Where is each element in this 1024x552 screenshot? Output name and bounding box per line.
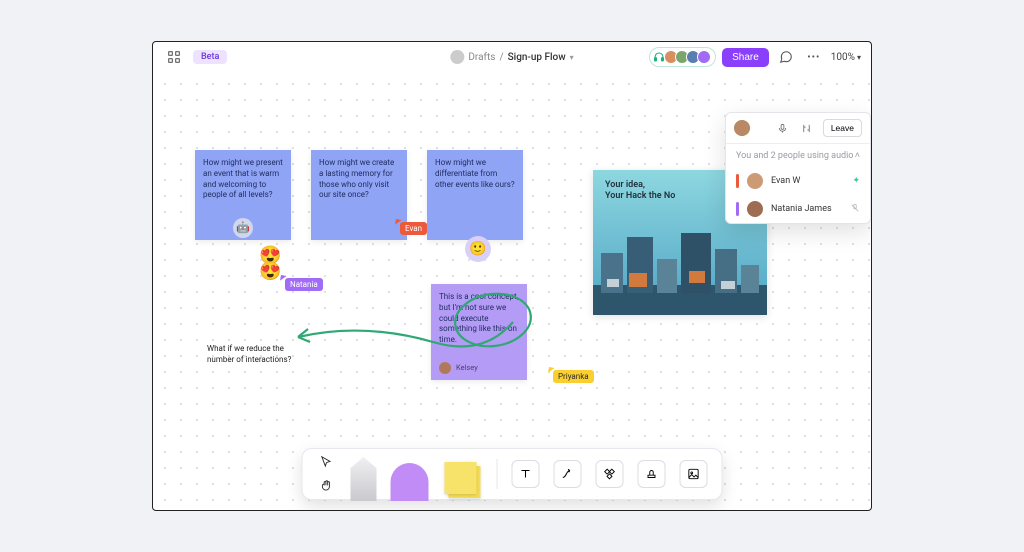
figjam-window: Beta Drafts / Sign-up Flow ▾ Share •••: [152, 41, 872, 511]
comments-button[interactable]: [775, 46, 797, 68]
collaborator-avatars[interactable]: [649, 47, 716, 67]
city-illustration: [593, 225, 767, 315]
image-tool[interactable]: [680, 460, 708, 488]
zoom-control[interactable]: 100%▾: [831, 52, 861, 63]
participant-row-evan[interactable]: Evan W ✦: [726, 167, 870, 195]
participant-name: Evan W: [771, 176, 844, 186]
chevron-up-icon: ˄: [855, 150, 860, 161]
select-tool[interactable]: [317, 452, 337, 472]
breadcrumb-folder: Drafts: [468, 52, 495, 63]
audio-summary-row[interactable]: You and 2 people using audio ˄: [726, 143, 870, 167]
sticky-note-3[interactable]: How might we differentiate from other ev…: [427, 150, 523, 240]
sticky-text: How might we present an event that is wa…: [203, 158, 283, 199]
breadcrumb-doc: Sign-up Flow: [508, 52, 566, 63]
participant-avatar: [747, 173, 763, 189]
presence-bar: [736, 174, 739, 188]
leave-button[interactable]: Leave: [823, 119, 862, 137]
stamp-tool[interactable]: [596, 460, 624, 488]
connector-tool[interactable]: [554, 460, 582, 488]
main-menu-button[interactable]: [163, 46, 185, 68]
hand-tool[interactable]: [317, 476, 337, 496]
topbar: Beta Drafts / Sign-up Flow ▾ Share •••: [153, 42, 871, 72]
more-menu-button[interactable]: •••: [803, 46, 825, 68]
mic-button[interactable]: [775, 120, 791, 136]
owner-avatar: [450, 50, 464, 64]
sticky-note-4[interactable]: This is a cool concept, but I'm not sure…: [431, 284, 527, 380]
self-avatar: [734, 120, 750, 136]
canvas[interactable]: How might we present an event that is wa…: [153, 72, 871, 510]
marker-tool[interactable]: [351, 457, 377, 501]
smiley-stamp[interactable]: 🙂: [465, 236, 491, 262]
beta-badge: Beta: [193, 50, 227, 64]
shape-tool[interactable]: [391, 463, 429, 501]
text-tool[interactable]: [512, 460, 540, 488]
canvas-text[interactable]: What if we reduce the number of interact…: [207, 344, 307, 366]
sticky-text: How might we differentiate from other ev…: [435, 158, 515, 189]
sticky-note-tool[interactable]: [443, 460, 483, 500]
sticky-note-1[interactable]: How might we present an event that is wa…: [195, 150, 291, 240]
participant-name: Natania James: [771, 204, 842, 214]
sticky-author: Kelsey: [439, 362, 478, 374]
emote-tool[interactable]: [638, 460, 666, 488]
presence-bar: [736, 202, 739, 216]
chevron-down-icon[interactable]: ▾: [570, 53, 574, 62]
speaking-icon: ✦: [852, 176, 860, 186]
sticky-text: This is a cool concept, but I'm not sure…: [439, 292, 518, 344]
audio-panel: Leave You and 2 people using audio ˄ Eva…: [725, 112, 871, 224]
sticky-text: How might we create a lasting memory for…: [319, 158, 394, 199]
cursor-label-natania: Natania: [285, 278, 323, 291]
share-button[interactable]: Share: [722, 48, 769, 67]
audio-summary-text: You and 2 people using audio: [736, 151, 853, 161]
breadcrumb-sep: /: [499, 52, 503, 63]
robot-stamp[interactable]: 🤖: [233, 218, 253, 238]
tool-dock: [302, 448, 723, 500]
muted-icon: [850, 203, 860, 216]
sticky-note-2[interactable]: How might we create a lasting memory for…: [311, 150, 407, 240]
audio-settings-button[interactable]: [799, 120, 815, 136]
cursor-label-priyanka: Priyanka: [553, 370, 594, 383]
breadcrumb[interactable]: Drafts / Sign-up Flow ▾: [450, 50, 573, 64]
author-avatar: [439, 362, 451, 374]
participant-avatar: [747, 201, 763, 217]
participant-row-natania[interactable]: Natania James: [726, 195, 870, 223]
cursor-label-evan: Evan: [400, 222, 427, 235]
